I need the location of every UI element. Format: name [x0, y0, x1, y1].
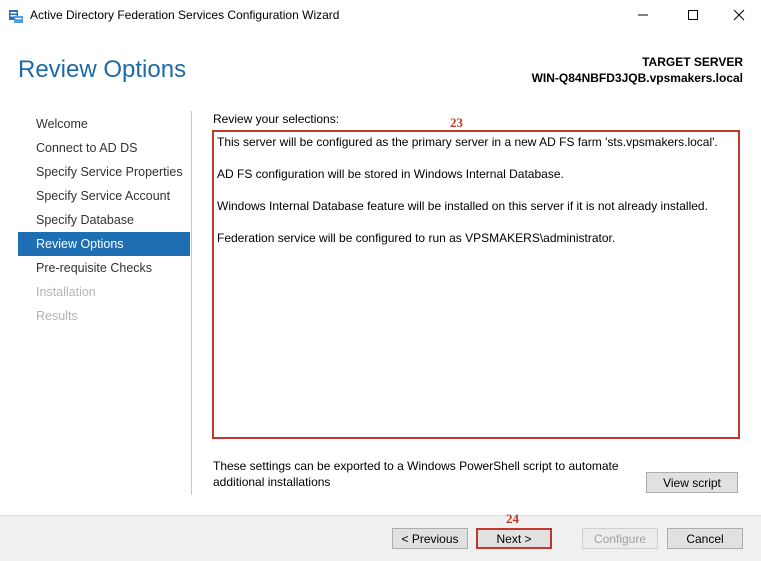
wizard-step-nav: Welcome Connect to AD DS Specify Service… [18, 112, 190, 328]
window-title: Active Directory Federation Services Con… [30, 8, 340, 22]
previous-button[interactable]: < Previous [392, 528, 468, 549]
review-line-database: AD FS configuration will be stored in Wi… [217, 167, 564, 181]
nav-divider [191, 111, 192, 495]
nav-item-service-properties[interactable]: Specify Service Properties [18, 160, 190, 184]
nav-item-installation: Installation [36, 285, 96, 299]
review-selections-label: Review your selections: [213, 112, 340, 126]
review-selections-box[interactable]: This server will be configured as the pr… [212, 130, 740, 439]
close-icon [733, 9, 745, 21]
nav-item-prerequisite-checks[interactable]: Pre-requisite Checks [18, 256, 190, 280]
adfs-wizard-icon [9, 10, 23, 23]
minimize-icon [638, 14, 648, 16]
minimize-button[interactable] [620, 0, 666, 30]
export-note: These settings can be exported to a Wind… [213, 459, 619, 489]
review-line-wid-feature: Windows Internal Database feature will b… [217, 199, 708, 213]
close-button[interactable] [716, 0, 761, 30]
maximize-icon [688, 10, 698, 20]
nav-item-database[interactable]: Specify Database [18, 208, 190, 232]
review-line-farm: This server will be configured as the pr… [217, 135, 718, 149]
nav-item-welcome[interactable]: Welcome [18, 112, 190, 136]
cancel-button[interactable]: Cancel [667, 528, 743, 549]
review-line-service-account: Federation service will be configured to… [217, 231, 616, 245]
configure-button: Configure [582, 528, 658, 549]
annotation-marker-23: 23 [450, 115, 463, 130]
nav-item-service-account[interactable]: Specify Service Account [18, 184, 190, 208]
title-bar: Active Directory Federation Services Con… [0, 0, 761, 32]
next-button[interactable]: Next > [476, 528, 552, 549]
view-script-button[interactable]: View script [646, 472, 738, 493]
annotation-marker-24: 24 [506, 511, 519, 526]
page-title: Review Options [18, 56, 187, 83]
target-server-label: TARGET SERVER [642, 55, 743, 69]
nav-item-connect-ad-ds[interactable]: Connect to AD DS [18, 136, 190, 160]
maximize-button[interactable] [670, 0, 716, 30]
nav-item-results: Results [36, 309, 78, 323]
nav-item-review-options[interactable]: Review Options [18, 232, 190, 256]
target-server-name: WIN-Q84NBFD3JQB.vpsmakers.local [531, 71, 743, 85]
